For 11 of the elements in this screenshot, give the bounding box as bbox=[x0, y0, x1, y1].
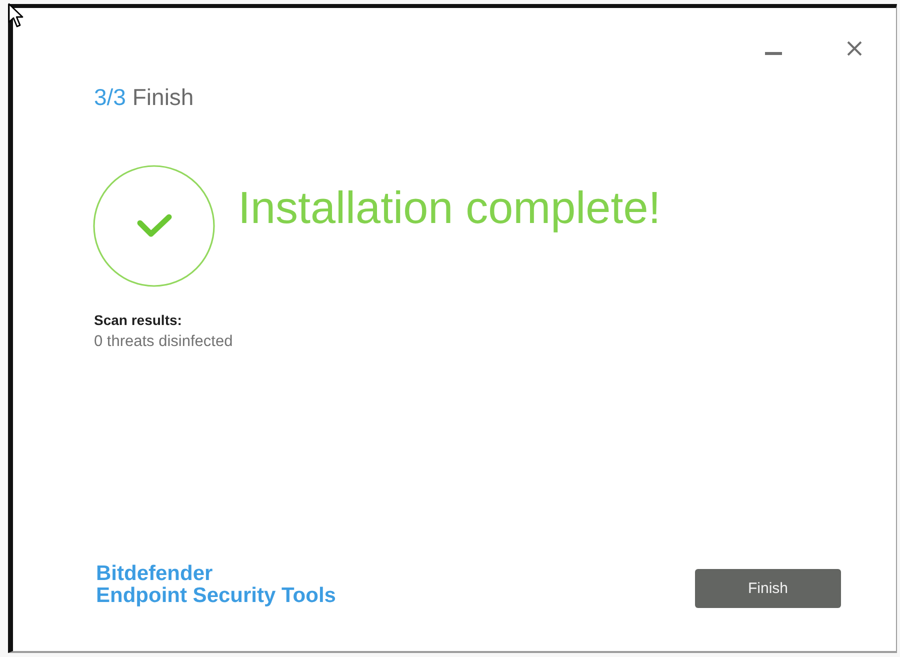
scan-summary: 0 threats disinfected bbox=[94, 332, 234, 352]
brand-name: Bitdefender bbox=[96, 563, 214, 585]
step-label: Finish bbox=[132, 84, 194, 110]
minimize-icon bbox=[764, 52, 782, 55]
finish-button[interactable]: Finish bbox=[695, 569, 841, 608]
step-number: 3/3 bbox=[94, 84, 126, 110]
product-name: Endpoint Security Tools bbox=[96, 585, 336, 607]
completion-title: Installation complete! bbox=[238, 182, 661, 234]
check-circle-icon bbox=[93, 165, 215, 287]
scan-heading: Scan results: bbox=[94, 311, 183, 330]
close-icon bbox=[846, 40, 862, 56]
